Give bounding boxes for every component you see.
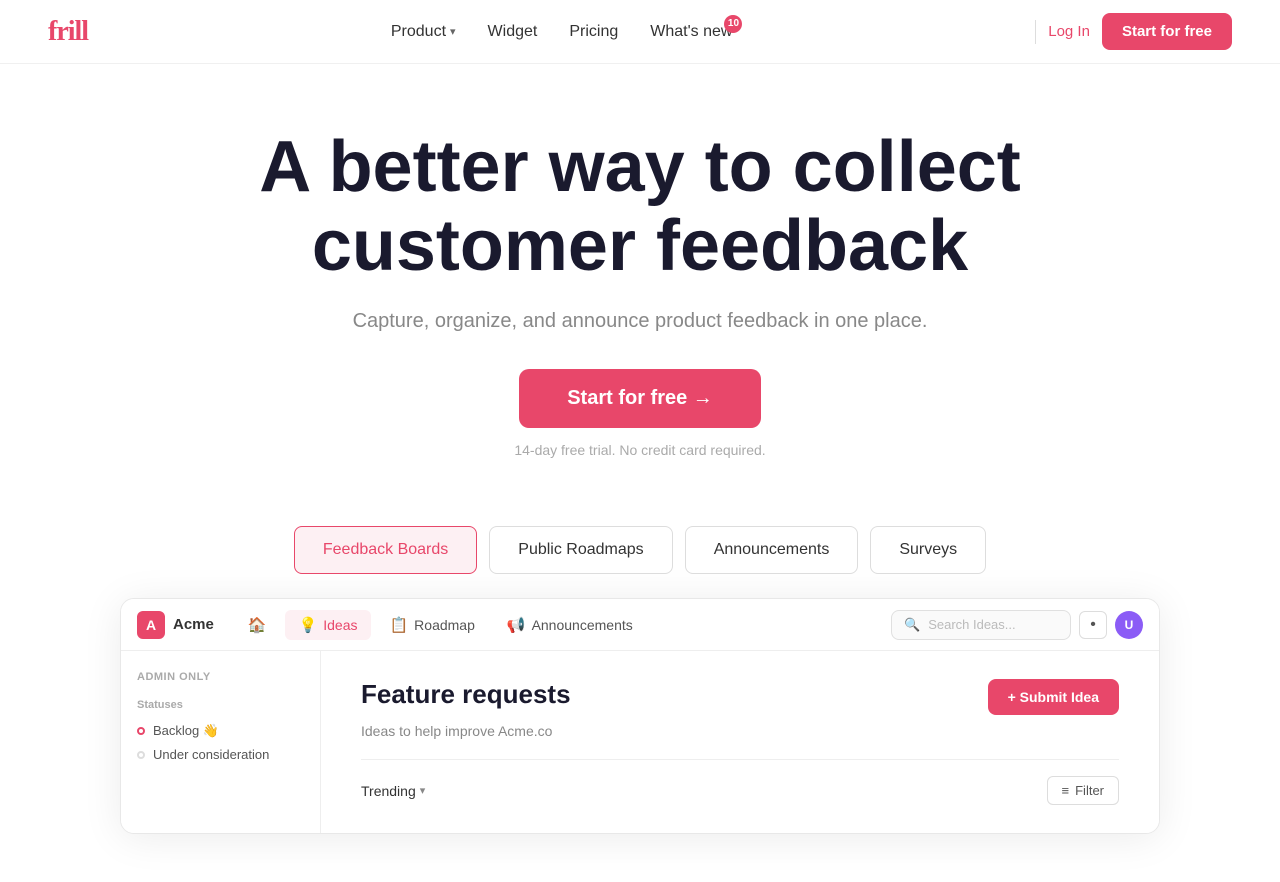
app-preview: A Acme 🏠 💡 Ideas 📋 Roadmap 📢 Announcemen… [120,598,1160,834]
nav-pricing[interactable]: Pricing [569,23,618,41]
site-logo: frill [48,16,88,48]
status-dot-gray [137,751,145,759]
hero-subtitle: Capture, organize, and announce product … [48,310,1232,333]
hero-title: A better way to collect customer feedbac… [250,128,1030,286]
app-sidebar: Admin only Statuses Backlog 👋 Under cons… [121,651,321,833]
tab-feedback-boards[interactable]: Feedback Boards [294,526,477,574]
app-preview-wrapper: A Acme 🏠 💡 Ideas 📋 Roadmap 📢 Announcemen… [0,598,1280,882]
app-org-badge: A [137,611,165,639]
nav-widget[interactable]: Widget [488,23,538,41]
tab-announcements[interactable]: Announcements [685,526,859,574]
trial-note: 14-day free trial. No credit card requir… [48,442,1232,458]
filter-icon: ≡ [1062,783,1070,798]
nav-links: Product ▾ Widget Pricing What's new 10 [391,23,733,41]
search-icon: 🔍 [904,617,920,633]
app-nav-announcements[interactable]: 📢 Announcements [493,610,647,640]
app-nav-right: 🔍 Search Ideas... • U [891,610,1143,640]
login-button[interactable]: Log In [1048,23,1090,40]
filter-button[interactable]: ≡ Filter [1047,776,1119,805]
board-title: Feature requests [361,679,571,710]
tab-surveys[interactable]: Surveys [870,526,986,574]
app-navbar: A Acme 🏠 💡 Ideas 📋 Roadmap 📢 Announcemen… [121,599,1159,651]
app-nav-links: 🏠 💡 Ideas 📋 Roadmap 📢 Announcements [234,610,891,640]
hero-section: A better way to collect customer feedbac… [0,64,1280,490]
divider [1035,20,1036,44]
board-description: Ideas to help improve Acme.co [361,723,1119,739]
statuses-label: Statuses [137,699,304,711]
avatar: U [1115,611,1143,639]
app-main-content: Feature requests + Submit Idea Ideas to … [321,651,1159,833]
nav-whats-new[interactable]: What's new 10 [650,23,732,41]
board-title-area: Feature requests [361,679,571,710]
chevron-down-icon: ▾ [450,25,456,38]
chevron-down-icon: ▾ [420,784,426,797]
roadmap-icon: 📋 [389,616,408,634]
app-org-name: Acme [173,616,214,633]
nav-product[interactable]: Product ▾ [391,23,456,41]
app-toolbar: Trending ▾ ≡ Filter [361,759,1119,805]
app-nav-roadmap[interactable]: 📋 Roadmap [375,610,488,640]
app-main-header: Feature requests + Submit Idea [361,679,1119,715]
sidebar-status-under-consideration[interactable]: Under consideration [137,743,304,766]
start-for-free-hero-button[interactable]: Start for free → [519,369,761,428]
navbar-actions: Log In Start for free [1035,13,1232,50]
navbar: frill Product ▾ Widget Pricing What's ne… [0,0,1280,64]
submit-idea-button[interactable]: + Submit Idea [988,679,1119,715]
whats-new-badge: 10 [724,15,742,33]
announcements-icon: 📢 [507,616,526,634]
logo-area: frill [48,16,88,48]
ideas-icon: 💡 [299,616,318,634]
status-dot-pink [137,727,145,735]
dot-icon: • [1090,616,1096,634]
search-placeholder-text: Search Ideas... [928,617,1015,632]
tab-public-roadmaps[interactable]: Public Roadmaps [489,526,672,574]
feature-tabs: Feedback Boards Public Roadmaps Announce… [0,526,1280,574]
sidebar-status-backlog[interactable]: Backlog 👋 [137,719,304,743]
app-nav-ideas[interactable]: 💡 Ideas [285,610,372,640]
app-nav-home[interactable]: 🏠 [234,610,281,640]
trending-sort-button[interactable]: Trending ▾ [361,783,425,799]
home-icon: 🏠 [248,616,267,634]
app-dot-button[interactable]: • [1079,611,1107,639]
app-body: Admin only Statuses Backlog 👋 Under cons… [121,651,1159,833]
start-for-free-nav-button[interactable]: Start for free [1102,13,1232,50]
admin-label: Admin only [137,671,304,683]
app-search-bar[interactable]: 🔍 Search Ideas... [891,610,1071,640]
